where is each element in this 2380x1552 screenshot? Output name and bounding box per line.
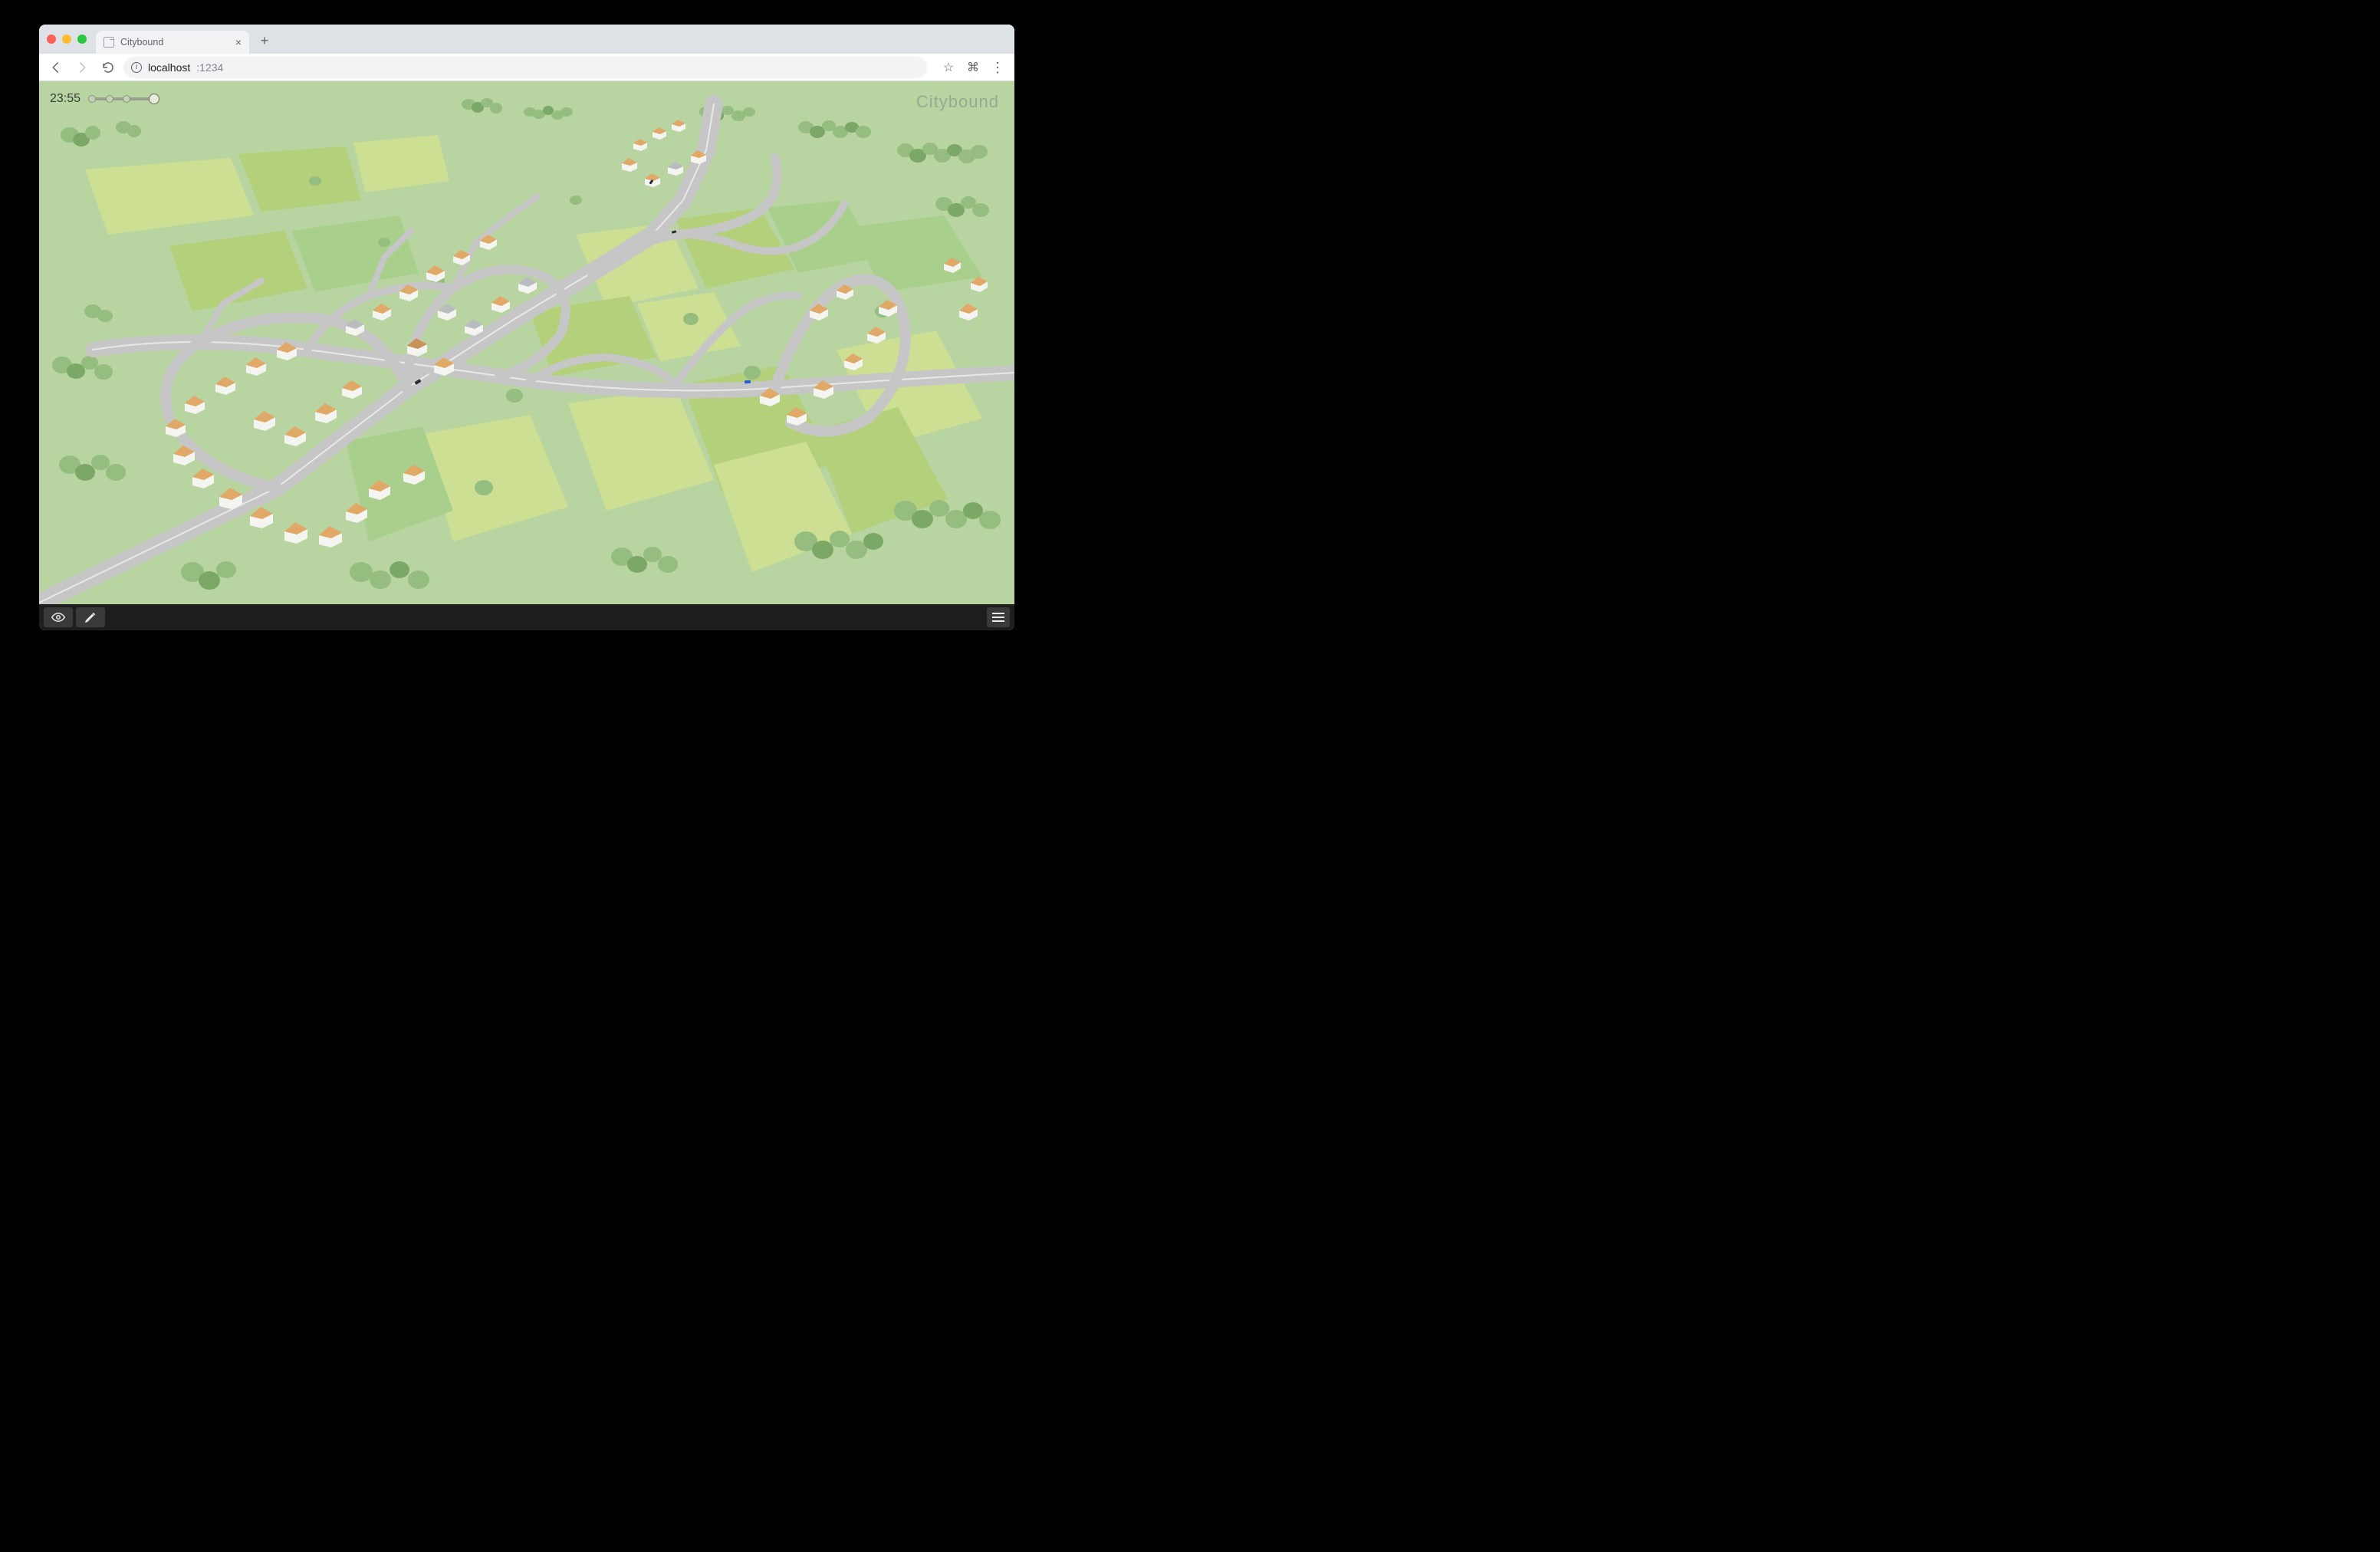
- browser-menu-button[interactable]: ⋮: [987, 57, 1008, 78]
- arrow-right-icon: [75, 61, 89, 74]
- browser-window: Citybound × + i localhost :1234 ☆ ⌘ ⋮: [39, 25, 1014, 630]
- toolbar-right: ☆ ⌘ ⋮: [938, 57, 1008, 78]
- titlebar: Citybound × +: [39, 25, 1014, 54]
- browser-tab[interactable]: Citybound ×: [96, 31, 249, 54]
- back-button[interactable]: [45, 57, 67, 78]
- bookmark-button[interactable]: ☆: [938, 57, 959, 78]
- star-icon: ☆: [943, 60, 954, 75]
- extension-button[interactable]: ⌘: [962, 57, 984, 78]
- new-tab-button[interactable]: +: [254, 30, 275, 51]
- game-menu-button[interactable]: [987, 607, 1010, 627]
- tab-close-button[interactable]: ×: [235, 36, 242, 48]
- page-icon: [104, 37, 114, 48]
- speed-slider[interactable]: [88, 97, 157, 100]
- game-clock: 23:55: [50, 92, 157, 106]
- speed-tick: [123, 95, 130, 103]
- window-maximize-button[interactable]: [77, 35, 87, 44]
- window-controls: [47, 35, 87, 44]
- address-bar: i localhost :1234 ☆ ⌘ ⋮: [39, 54, 1014, 81]
- pencil-icon: [84, 610, 97, 624]
- game-toolbar: [39, 604, 1014, 630]
- url-input[interactable]: i localhost :1234: [123, 57, 927, 78]
- time-label: 23:55: [50, 92, 81, 106]
- window-close-button[interactable]: [47, 35, 56, 44]
- reload-icon: [101, 61, 115, 74]
- game-logo: Citybound: [916, 92, 999, 112]
- game-viewport[interactable]: 23:55 Citybound: [39, 81, 1014, 604]
- url-host: localhost: [148, 61, 190, 74]
- site-info-icon[interactable]: i: [131, 62, 142, 73]
- speed-tick: [88, 95, 96, 103]
- tab-title: Citybound: [120, 37, 163, 48]
- window-minimize-button[interactable]: [62, 35, 71, 44]
- game-scene: [39, 81, 1014, 604]
- extension-icon: ⌘: [967, 60, 979, 75]
- kebab-icon: ⋮: [991, 61, 1004, 74]
- eye-icon: [51, 610, 65, 624]
- reload-button[interactable]: [97, 57, 119, 78]
- speed-tick: [106, 95, 113, 103]
- forward-button[interactable]: [71, 57, 93, 78]
- view-mode-button[interactable]: [44, 607, 73, 627]
- url-port: :1234: [196, 61, 223, 74]
- edit-mode-button[interactable]: [76, 607, 105, 627]
- arrow-left-icon: [49, 61, 63, 74]
- hamburger-icon: [992, 613, 1004, 614]
